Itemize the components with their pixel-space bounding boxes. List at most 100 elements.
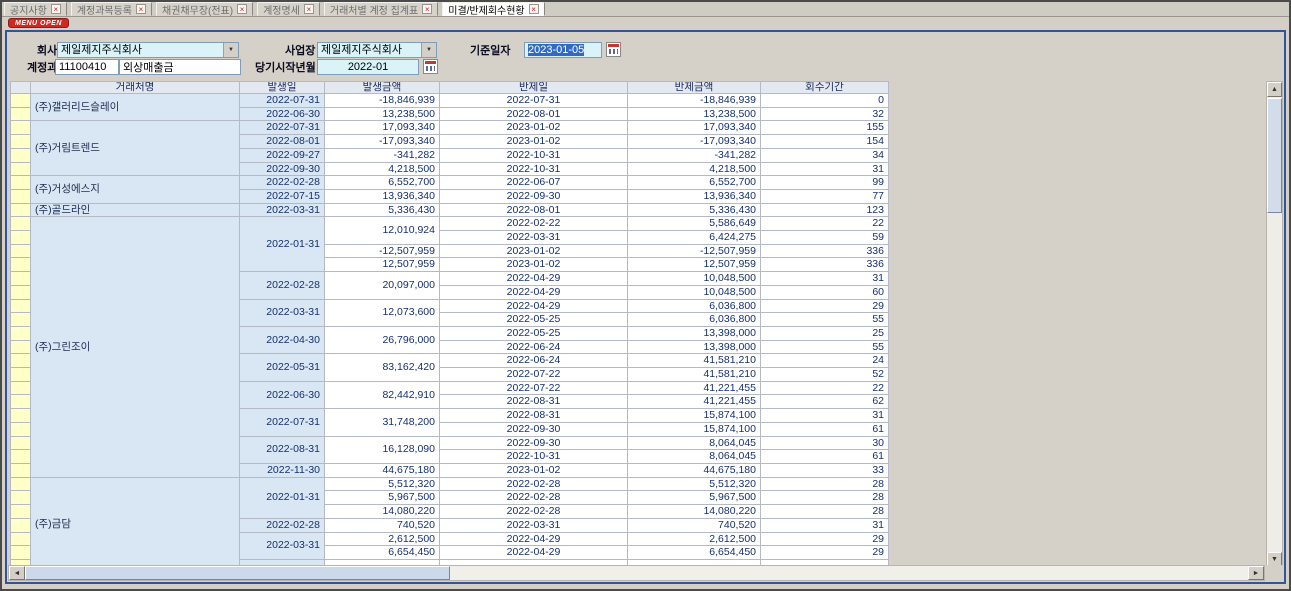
tab-close-icon[interactable]: ×: [529, 4, 539, 14]
tab-미결/반제회수현황[interactable]: 미결/반제회수현황×: [442, 2, 544, 16]
start-month-input[interactable]: [317, 59, 419, 75]
row-indicator[interactable]: [11, 546, 31, 560]
settle-amount-cell[interactable]: -17,093,340: [628, 135, 761, 149]
occur-amount-cell[interactable]: 5,336,430: [325, 203, 440, 217]
site-select[interactable]: 제일제지주식회사 ▼: [317, 42, 437, 58]
scroll-left-icon[interactable]: ◄: [9, 566, 25, 580]
occur-amount-cell[interactable]: 20,097,000: [325, 272, 440, 299]
collection-days-cell[interactable]: 61: [761, 422, 889, 436]
occur-amount-cell[interactable]: 44,675,180: [325, 463, 440, 477]
tab-채권채무장(전표)[interactable]: 채권채무장(전표)×: [156, 2, 253, 16]
settle-amount-cell[interactable]: 6,424,275: [628, 231, 761, 245]
customer-name-cell[interactable]: (주)거림트렌드: [31, 121, 240, 176]
settle-date-cell[interactable]: 2022-02-28: [440, 477, 628, 491]
occur-date-cell[interactable]: 2022-07-31: [240, 94, 325, 108]
row-indicator[interactable]: [11, 381, 31, 395]
settle-amount-cell[interactable]: 44,675,180: [628, 463, 761, 477]
occur-date-cell[interactable]: 2022-09-27: [240, 148, 325, 162]
row-indicator[interactable]: [11, 176, 31, 190]
row-indicator[interactable]: [11, 463, 31, 477]
calendar-icon[interactable]: [606, 42, 621, 57]
row-indicator[interactable]: [11, 217, 31, 231]
occur-amount-cell[interactable]: 31,748,200: [325, 409, 440, 436]
settle-amount-cell[interactable]: 41,581,210: [628, 354, 761, 368]
row-indicator[interactable]: [11, 354, 31, 368]
settle-date-cell[interactable]: 2022-09-30: [440, 422, 628, 436]
row-indicator[interactable]: [11, 121, 31, 135]
settle-date-cell[interactable]: 2022-10-31: [440, 450, 628, 464]
settle-amount-cell[interactable]: 13,398,000: [628, 340, 761, 354]
scroll-right-icon[interactable]: ►: [1248, 566, 1264, 580]
settle-date-cell[interactable]: 2022-07-31: [440, 94, 628, 108]
collection-days-cell[interactable]: 30: [761, 436, 889, 450]
collection-days-cell[interactable]: 29: [761, 299, 889, 313]
settle-date-cell[interactable]: 2023-01-02: [440, 463, 628, 477]
row-indicator[interactable]: [11, 258, 31, 272]
occur-date-cell[interactable]: 2022-11-30: [240, 463, 325, 477]
occur-date-cell[interactable]: 2022-09-30: [240, 162, 325, 176]
collection-days-cell[interactable]: 31: [761, 272, 889, 286]
settle-date-cell[interactable]: 2022-09-30: [440, 436, 628, 450]
occur-amount-cell[interactable]: -17,093,340: [325, 135, 440, 149]
settle-amount-cell[interactable]: -18,846,939: [628, 94, 761, 108]
settle-amount-cell[interactable]: 5,336,430: [628, 203, 761, 217]
occur-amount-cell[interactable]: 17,093,340: [325, 121, 440, 135]
row-indicator[interactable]: [11, 450, 31, 464]
settle-amount-cell[interactable]: 740,520: [628, 518, 761, 532]
occur-amount-cell[interactable]: 16,128,090: [325, 436, 440, 463]
collection-days-cell[interactable]: 29: [761, 532, 889, 546]
collection-days-cell[interactable]: 33: [761, 463, 889, 477]
collection-days-cell[interactable]: 28: [761, 491, 889, 505]
settle-amount-cell[interactable]: 6,036,800: [628, 299, 761, 313]
company-select[interactable]: 제일제지주식회사 ▼: [57, 42, 239, 58]
settle-amount-cell[interactable]: 15,874,100: [628, 409, 761, 423]
settle-date-cell[interactable]: 2022-04-29: [440, 546, 628, 560]
vertical-scroll-thumb[interactable]: [1267, 98, 1282, 213]
row-indicator[interactable]: [11, 395, 31, 409]
settle-date-cell[interactable]: 2022-05-25: [440, 313, 628, 327]
row-indicator[interactable]: [11, 162, 31, 176]
occur-date-cell[interactable]: 2022-08-31: [240, 436, 325, 463]
collection-days-cell[interactable]: 60: [761, 285, 889, 299]
settle-amount-cell[interactable]: 14,080,220: [628, 505, 761, 519]
collection-days-cell[interactable]: 29: [761, 546, 889, 560]
settle-amount-cell[interactable]: 4,218,500: [628, 162, 761, 176]
occur-amount-cell[interactable]: 6,552,700: [325, 176, 440, 190]
tab-close-icon[interactable]: ×: [51, 4, 61, 14]
occur-amount-cell[interactable]: -12,507,959: [325, 244, 440, 258]
occur-amount-cell[interactable]: 12,073,600: [325, 299, 440, 326]
settle-date-cell[interactable]: 2022-10-31: [440, 162, 628, 176]
settle-date-cell[interactable]: 2022-03-31: [440, 518, 628, 532]
settle-amount-cell[interactable]: 10,048,500: [628, 285, 761, 299]
settle-amount-cell[interactable]: 5,586,649: [628, 217, 761, 231]
tab-close-icon[interactable]: ×: [237, 4, 247, 14]
collection-days-cell[interactable]: 336: [761, 258, 889, 272]
settle-date-cell[interactable]: 2022-02-28: [440, 491, 628, 505]
settle-date-cell[interactable]: 2022-02-28: [440, 505, 628, 519]
row-indicator[interactable]: [11, 135, 31, 149]
settle-date-cell[interactable]: 2022-07-22: [440, 381, 628, 395]
settle-amount-cell[interactable]: 10,048,500: [628, 272, 761, 286]
row-indicator[interactable]: [11, 326, 31, 340]
row-indicator[interactable]: [11, 94, 31, 108]
tab-close-icon[interactable]: ×: [422, 4, 432, 14]
collection-days-cell[interactable]: 55: [761, 340, 889, 354]
row-indicator[interactable]: [11, 244, 31, 258]
settle-date-cell[interactable]: 2022-08-31: [440, 395, 628, 409]
tab-거래처별 계정 집계표[interactable]: 거래처별 계정 집계표×: [324, 2, 438, 16]
settle-date-cell[interactable]: 2022-06-24: [440, 354, 628, 368]
settle-amount-cell[interactable]: -12,507,959: [628, 244, 761, 258]
occur-amount-cell[interactable]: 82,442,910: [325, 381, 440, 408]
row-indicator[interactable]: [11, 518, 31, 532]
base-date-input[interactable]: 2023-01-05: [524, 42, 602, 58]
collection-days-cell[interactable]: 155: [761, 121, 889, 135]
occur-amount-cell[interactable]: -18,846,939: [325, 94, 440, 108]
occur-date-cell[interactable]: 2022-03-31: [240, 299, 325, 326]
row-indicator[interactable]: [11, 505, 31, 519]
occur-date-cell[interactable]: 2022-03-31: [240, 532, 325, 559]
collection-days-cell[interactable]: 31: [761, 409, 889, 423]
occur-amount-cell[interactable]: 740,520: [325, 518, 440, 532]
tab-close-icon[interactable]: ×: [136, 4, 146, 14]
horizontal-scrollbar[interactable]: ◄ ►: [8, 565, 1265, 581]
settle-date-cell[interactable]: 2022-05-25: [440, 326, 628, 340]
